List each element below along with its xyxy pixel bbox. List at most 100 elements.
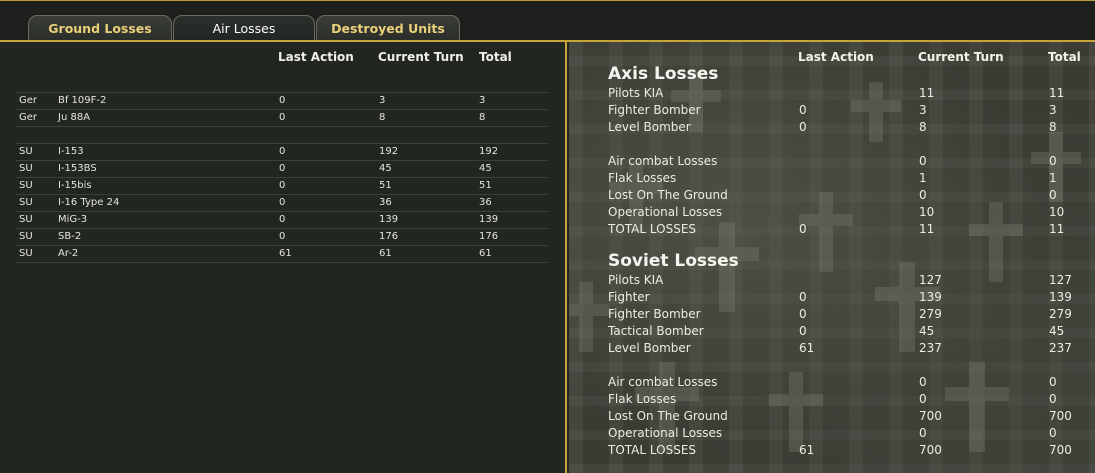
cell-total: 45 [479,163,492,174]
tab-list: Ground Losses Air Losses Destroyed Units [28,15,461,41]
summary-current-turn: 0 [919,392,927,406]
soviet-summary-row: Fighter 0 139 139 [608,290,1088,307]
cell-nation: Ger [19,112,38,123]
summary-total: 279 [1049,307,1072,321]
summary-total: 3 [1049,103,1057,117]
table-row[interactable]: SU I-15bis 0 51 51 [16,177,548,194]
summary-row-label: Pilots KIA [608,86,664,100]
table-row[interactable]: SU I-16 Type 24 0 36 36 [16,194,548,211]
soviet-summary-row: Pilots KIA 127 127 [608,273,1088,290]
cell-total: 176 [479,231,499,242]
axis-summary-row: Operational Losses 10 10 [608,205,1088,222]
cell-total: 192 [479,146,499,157]
table-row[interactable]: SU I-153BS 0 45 45 [16,160,548,177]
cell-last-action: 0 [279,112,286,123]
cell-last-action: 0 [279,197,286,208]
summary-row-label: TOTAL LOSSES [608,222,697,236]
summary-header-last-action: Last Action [798,50,874,64]
summary-current-turn: 45 [919,324,935,338]
summary-row-label: Fighter [608,290,650,304]
cell-nation: SU [19,197,33,208]
summary-total: 237 [1049,341,1072,355]
cell-last-action: 0 [279,146,286,157]
summary-last-action: 0 [799,324,807,338]
cell-total: 61 [479,248,492,259]
summary-total: 11 [1049,222,1065,236]
row-divider [16,262,548,263]
summary-row-label: Fighter Bomber [608,103,701,117]
aircraft-losses-table: Last Action Current Turn Total Ger Bf 109… [0,42,567,473]
cell-last-action: 0 [279,214,286,225]
table-row[interactable]: SU MiG-3 0 139 139 [16,211,548,228]
cell-nation: SU [19,146,33,157]
axis-summary-row: TOTAL LOSSES 0 11 11 [608,222,1088,239]
summary-current-turn: 3 [919,103,927,117]
summary-row-label: Level Bomber [608,341,691,355]
tab-destroyed-units[interactable]: Destroyed Units [316,15,460,41]
table-row[interactable]: SU I-153 0 192 192 [16,143,548,160]
summary-current-turn: 8 [919,120,927,134]
summary-last-action: 61 [799,341,815,355]
summary-total: 139 [1049,290,1072,304]
cell-nation: SU [19,214,33,225]
table-row[interactable]: SU SB-2 0 176 176 [16,228,548,245]
summary-total: 0 [1049,392,1057,406]
cell-total: 36 [479,197,492,208]
cell-total: 3 [479,95,486,106]
summary-current-turn: 279 [919,307,942,321]
header-total: Total [479,50,512,64]
summary-current-turn: 1 [919,171,927,185]
cell-last-action: 0 [279,231,286,242]
cell-nation: SU [19,180,33,191]
summary-total: 0 [1049,375,1057,389]
tab-ground-losses[interactable]: Ground Losses [28,15,172,41]
tab-air-losses[interactable]: Air Losses [173,15,315,41]
cell-nation: SU [19,248,33,259]
cell-current-turn: 3 [379,95,386,106]
summary-last-action: 0 [799,103,807,117]
row-divider [16,126,548,127]
summary-last-action: 0 [799,290,807,304]
summary-total: 8 [1049,120,1057,134]
soviet-summary-row: Level Bomber 61 237 237 [608,341,1088,358]
cell-total: 8 [479,112,486,123]
summary-current-turn: 0 [919,188,927,202]
summary-row-label: Pilots KIA [608,273,664,287]
summary-row-label: Lost On The Ground [608,188,728,202]
cell-nation: Ger [19,95,38,106]
cell-current-turn: 192 [379,146,399,157]
cell-current-turn: 8 [379,112,386,123]
cell-last-action: 61 [279,248,292,259]
cell-current-turn: 139 [379,214,399,225]
soviet-summary-row: Operational Losses 0 0 [608,426,1088,443]
cell-total: 139 [479,214,499,225]
axis-summary-row: Lost On The Ground 0 0 [608,188,1088,205]
cell-current-turn: 51 [379,180,392,191]
soviet-summary-row: Tactical Bomber 0 45 45 [608,324,1088,341]
summary-total: 10 [1049,205,1065,219]
cell-aircraft-type: Ju 88A [58,112,91,123]
cell-last-action: 0 [279,180,286,191]
summary-current-turn: 127 [919,273,942,287]
summary-last-action: 0 [799,307,807,321]
soviet-losses-title: Soviet Losses [608,251,739,271]
summary-header-current-turn: Current Turn [918,50,1004,64]
summary-total: 700 [1049,409,1072,423]
summary-current-turn: 11 [919,222,935,236]
summary-row-label: Air combat Losses [608,375,718,389]
summary-current-turn: 700 [919,409,942,423]
summary-current-turn: 0 [919,154,927,168]
soviet-summary-row: Flak Losses 0 0 [608,392,1088,409]
summary-last-action: 0 [799,120,807,134]
summary-row-label: Air combat Losses [608,154,718,168]
axis-summary-row: Level Bomber 0 8 8 [608,120,1088,137]
summary-current-turn: 700 [919,443,942,457]
summary-row-label: Operational Losses [608,205,723,219]
table-row[interactable]: SU Ar-2 61 61 61 [16,245,548,262]
header-last-action: Last Action [278,50,354,64]
table-row[interactable]: Ger Bf 109F-2 0 3 3 [16,92,548,109]
table-row[interactable]: Ger Ju 88A 0 8 8 [16,109,548,126]
cell-last-action: 0 [279,95,286,106]
header-current-turn: Current Turn [378,50,464,64]
summary-total: 700 [1049,443,1072,457]
